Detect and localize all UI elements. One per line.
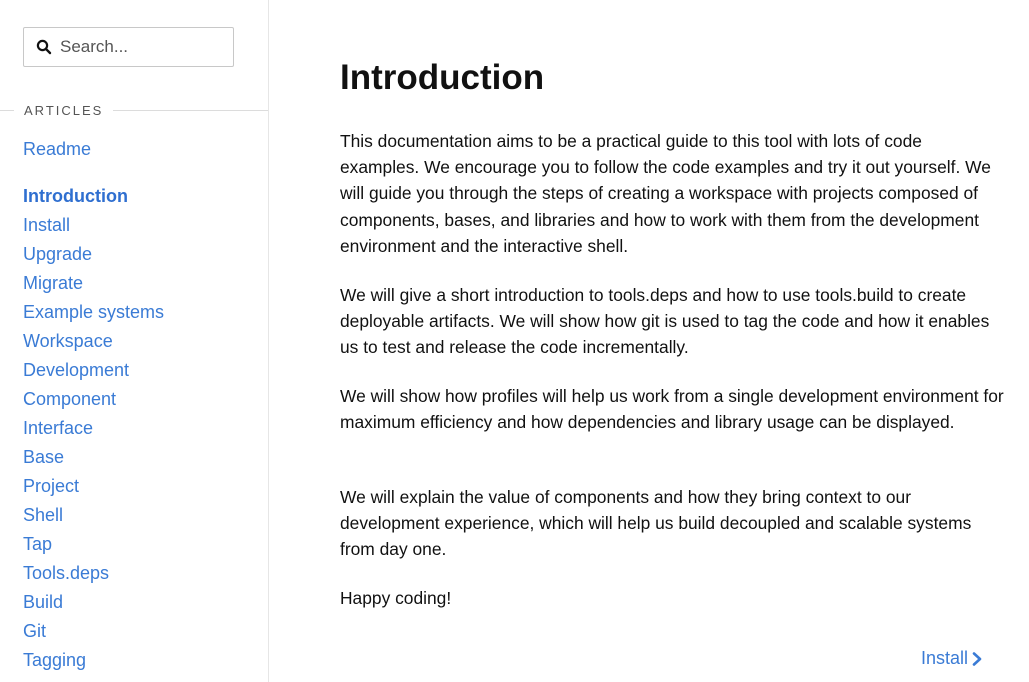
sidebar-item-tagging[interactable]: Tagging (23, 649, 86, 671)
sidebar-item-workspace[interactable]: Workspace (23, 330, 113, 352)
sidebar-item-git[interactable]: Git (23, 620, 46, 642)
page-title: Introduction (340, 58, 545, 97)
sidebar: ARTICLES Readme Introduction Install Upg… (0, 0, 269, 682)
next-page-link[interactable]: Install (921, 648, 982, 669)
sidebar-item-shell[interactable]: Shell (23, 504, 63, 526)
sidebar-item-migrate[interactable]: Migrate (23, 272, 83, 294)
sidebar-item-base[interactable]: Base (23, 446, 64, 468)
sidebar-item-development[interactable]: Development (23, 359, 129, 381)
paragraph: Happy coding! (340, 588, 452, 608)
sidebar-item-component[interactable]: Component (23, 388, 116, 410)
chevron-right-icon (972, 651, 982, 666)
sidebar-item-interface[interactable]: Interface (23, 417, 93, 439)
search-box[interactable] (23, 27, 234, 67)
paragraph: This documentation aims to be a practica… (340, 131, 991, 256)
search-icon (35, 38, 53, 56)
sidebar-item-upgrade[interactable]: Upgrade (23, 243, 92, 265)
paragraph: We will show how profiles will help us w… (340, 386, 1004, 433)
paragraph: We will explain the value of components … (340, 487, 972, 560)
paragraph: We will give a short introduction to too… (340, 285, 990, 358)
next-page-label: Install (920, 648, 968, 668)
sidebar-item-build[interactable]: Build (23, 591, 63, 613)
sidebar-item-install[interactable]: Install (23, 214, 70, 236)
divider (113, 109, 268, 111)
sidebar-item-tools-deps[interactable]: Tools.deps (23, 562, 109, 584)
docs-app: ARTICLES Readme Introduction Install Upg… (0, 0, 1029, 682)
sidebar-item-introduction[interactable]: Introduction (23, 185, 128, 207)
search-input[interactable] (60, 37, 220, 57)
articles-section-header: ARTICLES (0, 101, 268, 119)
main-content: Introduction This documentation aims to … (340, 0, 1010, 682)
sidebar-item-readme[interactable]: Readme (23, 138, 91, 160)
section-title: ARTICLES (24, 102, 104, 118)
sidebar-item-example-systems[interactable]: Example systems (23, 301, 164, 323)
sidebar-item-tap[interactable]: Tap (23, 533, 52, 555)
sidebar-item-project[interactable]: Project (23, 475, 79, 497)
divider (0, 109, 14, 111)
